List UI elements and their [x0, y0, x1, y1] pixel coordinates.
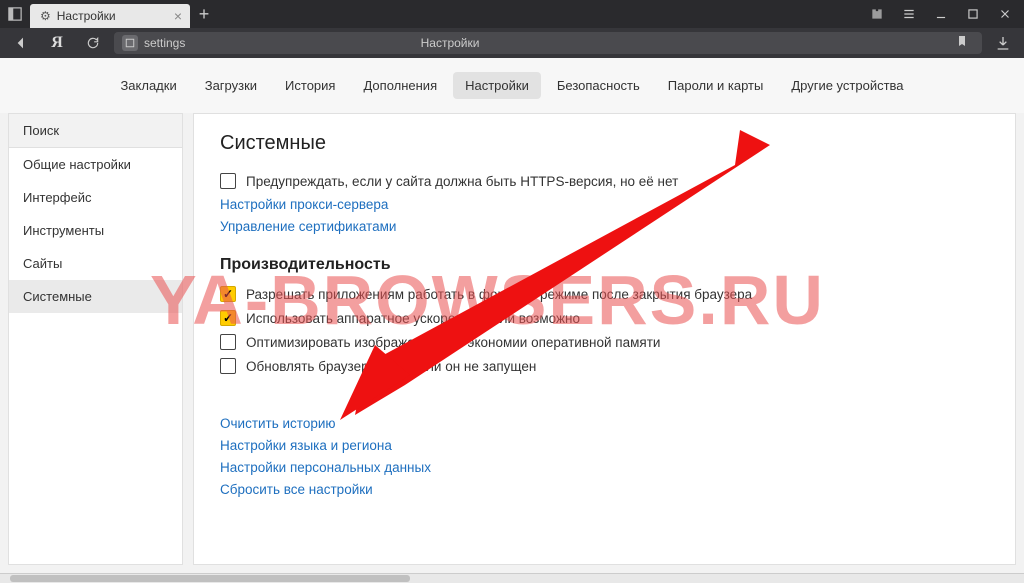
top-tab-history[interactable]: История [273, 72, 347, 99]
content-area: Закладки Загрузки История Дополнения Нас… [0, 58, 1024, 573]
option-optimize-images[interactable]: Оптимизировать изображения для экономии … [220, 334, 989, 350]
title-left: ⚙ Настройки × + [0, 0, 862, 28]
address-url: settings [144, 36, 185, 50]
address-bar: Я settings Настройки [0, 28, 1024, 58]
checkbox-icon[interactable] [220, 334, 236, 350]
option-warn-https[interactable]: Предупреждать, если у сайта должна быть … [220, 173, 989, 189]
menu-icon[interactable] [894, 0, 924, 28]
browser-tab[interactable]: ⚙ Настройки × [30, 4, 190, 28]
checkbox-icon[interactable] [220, 286, 236, 302]
bookmark-icon[interactable] [950, 34, 974, 52]
settings-top-nav: Закладки Загрузки История Дополнения Нас… [0, 58, 1024, 113]
link-clear-history[interactable]: Очистить историю [220, 416, 989, 431]
extensions-icon[interactable] [862, 0, 892, 28]
option-hw-accel[interactable]: Использовать аппаратное ускорение, если … [220, 310, 989, 326]
reload-button[interactable] [78, 30, 108, 56]
section-title: Системные [220, 132, 989, 155]
link-personal-data[interactable]: Настройки персональных данных [220, 460, 989, 475]
site-icon [122, 35, 138, 51]
option-auto-update[interactable]: Обновлять браузер, даже если он не запущ… [220, 358, 989, 374]
sidebar-item-sites[interactable]: Сайты [9, 247, 182, 280]
maximize-button[interactable] [958, 0, 988, 28]
new-tab-button[interactable]: + [190, 0, 218, 28]
address-field[interactable]: settings Настройки [114, 32, 982, 54]
top-tab-security[interactable]: Безопасность [545, 72, 652, 99]
close-window-button[interactable] [990, 0, 1020, 28]
checkbox-icon[interactable] [220, 310, 236, 326]
option-label: Оптимизировать изображения для экономии … [246, 335, 660, 350]
option-bg-apps[interactable]: Разрешать приложениям работать в фоновом… [220, 286, 989, 302]
top-tab-addons[interactable]: Дополнения [351, 72, 449, 99]
close-tab-icon[interactable]: × [174, 8, 182, 24]
link-manage-certs[interactable]: Управление сертификатами [220, 219, 989, 234]
link-reset-settings[interactable]: Сбросить все настройки [220, 482, 989, 497]
settings-main-panel: Системные Предупреждать, если у сайта до… [193, 113, 1016, 565]
top-tab-downloads[interactable]: Загрузки [193, 72, 269, 99]
link-proxy-settings[interactable]: Настройки прокси-сервера [220, 197, 989, 212]
top-tab-bookmarks[interactable]: Закладки [108, 72, 188, 99]
sidebar-item-tools[interactable]: Инструменты [9, 214, 182, 247]
top-tab-settings[interactable]: Настройки [453, 72, 541, 99]
sidebar-toggle-icon[interactable] [0, 0, 30, 28]
sidebar-item-general[interactable]: Общие настройки [9, 148, 182, 181]
checkbox-icon[interactable] [220, 358, 236, 374]
tab-title: Настройки [57, 9, 116, 23]
title-bar: ⚙ Настройки × + [0, 0, 1024, 28]
title-right [862, 0, 1024, 28]
subsection-performance: Производительность [220, 256, 989, 274]
sidebar-item-system[interactable]: Системные [9, 280, 182, 313]
checkbox-icon[interactable] [220, 173, 236, 189]
scrollbar-thumb[interactable] [10, 575, 410, 582]
minimize-button[interactable] [926, 0, 956, 28]
bottom-links: Очистить историю Настройки языка и регио… [220, 416, 989, 497]
sidebar-item-interface[interactable]: Интерфейс [9, 181, 182, 214]
horizontal-scrollbar[interactable] [0, 573, 1024, 583]
address-page-title: Настройки [421, 36, 480, 50]
option-label: Обновлять браузер, даже если он не запущ… [246, 359, 536, 374]
sidebar-item-search[interactable]: Поиск [9, 114, 182, 148]
link-lang-region[interactable]: Настройки языка и региона [220, 438, 989, 453]
downloads-button[interactable] [988, 30, 1018, 56]
settings-panels: Поиск Общие настройки Интерфейс Инструме… [0, 113, 1024, 573]
option-label: Предупреждать, если у сайта должна быть … [246, 174, 678, 189]
top-tab-passwords[interactable]: Пароли и карты [656, 72, 776, 99]
option-label: Разрешать приложениям работать в фоновом… [246, 287, 752, 302]
option-label: Использовать аппаратное ускорение, если … [246, 311, 580, 326]
gear-icon: ⚙ [40, 9, 51, 23]
yandex-logo-icon[interactable]: Я [42, 30, 72, 56]
settings-sidebar: Поиск Общие настройки Интерфейс Инструме… [8, 113, 183, 565]
back-button[interactable] [6, 30, 36, 56]
top-tab-devices[interactable]: Другие устройства [779, 72, 915, 99]
